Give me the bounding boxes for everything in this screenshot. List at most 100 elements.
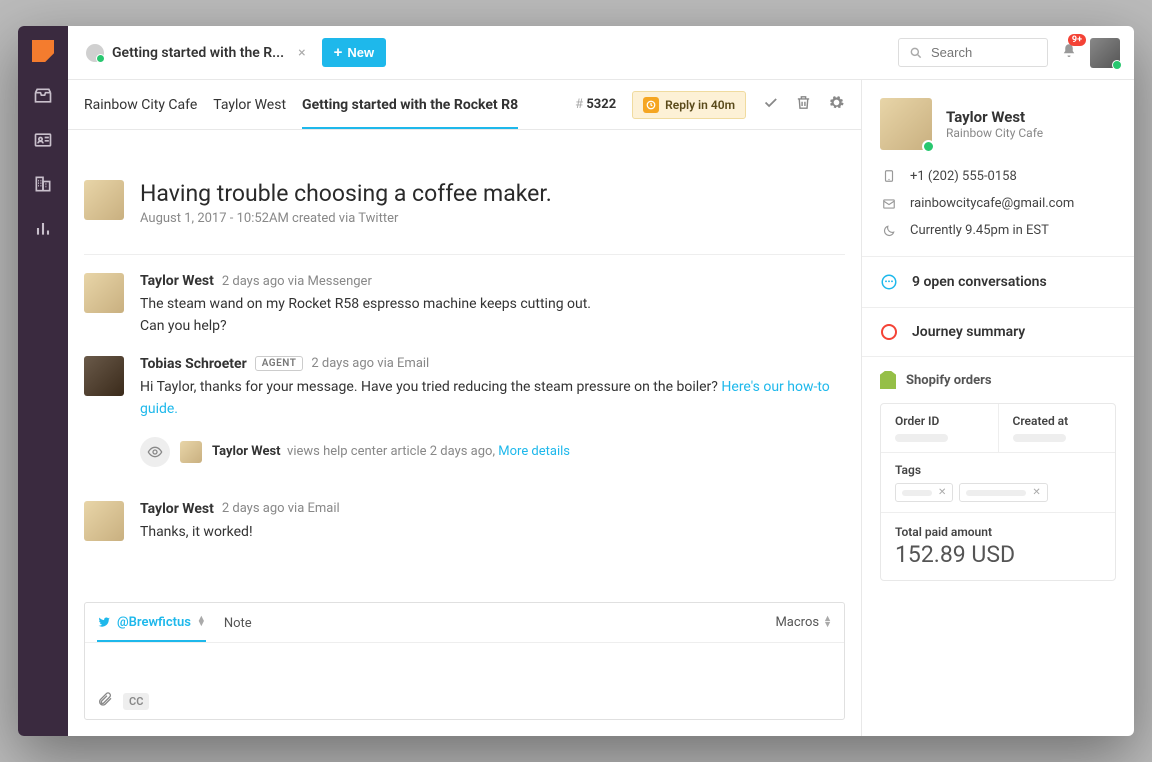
inbox-icon[interactable] <box>33 86 53 106</box>
nav-rail <box>18 26 68 736</box>
composer-tab-note[interactable]: Note <box>224 616 252 641</box>
message-author: Taylor West <box>140 273 214 289</box>
ticket-hero: Having trouble choosing a coffee maker. … <box>68 130 861 254</box>
message-avatar <box>84 356 124 396</box>
contacts-icon[interactable] <box>33 130 53 150</box>
search-field[interactable] <box>931 45 1037 60</box>
clock-icon <box>643 97 659 113</box>
tags-cell: Tags ✕ ✕ <box>881 453 1115 513</box>
message: Taylor West 2 days ago via Email Thanks,… <box>68 483 861 543</box>
conversation-panel: Rainbow City Cafe Taylor West Getting st… <box>68 80 862 736</box>
chevron-updown-icon: ▲▼ <box>823 617 832 628</box>
tab-avatar <box>86 44 104 62</box>
skeleton <box>1013 434 1066 442</box>
close-icon[interactable]: × <box>298 45 305 61</box>
message-author: Taylor West <box>140 501 214 517</box>
attachment-icon[interactable] <box>97 691 113 711</box>
message-author: Tobias Schroeter <box>140 356 247 372</box>
shopify-order-card: Order ID Created at Tags ✕ ✕ <box>880 403 1116 581</box>
composer-textarea[interactable] <box>85 643 844 683</box>
ticket-title: Having trouble choosing a coffee maker. <box>140 180 552 207</box>
event-text: views help center article 2 days ago, <box>287 444 495 459</box>
breadcrumb-ticket[interactable]: Getting started with the Rocket R8 <box>302 97 518 129</box>
active-tab[interactable]: Getting started with the R... × <box>82 38 310 68</box>
org-icon[interactable] <box>33 174 53 194</box>
activity-event: Taylor West views help center article 2 … <box>68 421 861 483</box>
breadcrumb-user[interactable]: Taylor West <box>213 97 286 113</box>
close-icon[interactable]: ✕ <box>938 487 946 498</box>
message-text: The steam wand on my Rocket R58 espresso… <box>140 293 845 338</box>
journey-summary-link[interactable]: Journey summary <box>862 308 1134 357</box>
hero-avatar <box>84 180 124 220</box>
macros-dropdown[interactable]: Macros ▲▼ <box>775 615 832 630</box>
reply-composer: @Brewfictus ▲▼ Note Macros ▲▼ <box>84 602 845 720</box>
moon-icon <box>880 224 898 238</box>
eye-icon <box>140 437 170 467</box>
customer-time-row: Currently 9.45pm in EST <box>880 223 1116 238</box>
message: Tobias Schroeter AGENT 2 days ago via Em… <box>68 338 861 421</box>
check-icon[interactable] <box>762 94 779 115</box>
created-at-cell: Created at <box>999 404 1116 452</box>
event-author: Taylor West <box>212 444 281 459</box>
ticket-id: # 5322 <box>575 97 616 112</box>
message-meta: 2 days ago via Email <box>311 356 429 371</box>
composer-tab-twitter[interactable]: @Brewfictus ▲▼ <box>97 615 206 642</box>
customer-name: Taylor West <box>946 108 1043 126</box>
message-text: Hi Taylor, thanks for your message. Have… <box>140 376 845 421</box>
event-avatar <box>180 441 202 463</box>
composer-tabs: @Brewfictus ▲▼ Note Macros ▲▼ <box>85 603 844 643</box>
message-thread: Having trouble choosing a coffee maker. … <box>68 130 861 586</box>
message-meta: 2 days ago via Messenger <box>222 274 372 289</box>
mail-icon <box>880 197 898 211</box>
message-avatar <box>84 501 124 541</box>
customer-org: Rainbow City Cafe <box>946 126 1043 140</box>
message-meta: 2 days ago via Email <box>222 501 340 516</box>
app-window: Getting started with the R... × New 9+ R… <box>18 26 1134 736</box>
ticket-meta: August 1, 2017 - 10:52AM created via Twi… <box>140 211 552 226</box>
new-button[interactable]: New <box>322 38 387 67</box>
notifications-button[interactable]: 9+ <box>1060 42 1078 64</box>
customer-sidebar: Taylor West Rainbow City Cafe +1 (202) 5… <box>862 80 1134 736</box>
customer-phone-row: +1 (202) 555-0158 <box>880 168 1116 184</box>
customer-avatar <box>880 98 932 150</box>
customer-header-section: Taylor West Rainbow City Cafe +1 (202) 5… <box>862 80 1134 257</box>
breadcrumb-bar: Rainbow City Cafe Taylor West Getting st… <box>68 80 861 130</box>
app-logo[interactable] <box>32 40 54 62</box>
main-column: Getting started with the R... × New 9+ R… <box>68 26 1134 736</box>
circle-icon <box>881 324 897 340</box>
cc-button[interactable]: CC <box>123 693 149 710</box>
trash-icon[interactable] <box>795 94 812 115</box>
more-details-link[interactable]: More details <box>498 444 570 459</box>
user-avatar[interactable] <box>1090 38 1120 68</box>
message-avatar <box>84 273 124 313</box>
order-id-cell: Order ID <box>881 404 999 452</box>
twitter-icon <box>97 615 111 629</box>
topbar: Getting started with the R... × New 9+ <box>68 26 1134 80</box>
phone-icon <box>880 168 898 184</box>
open-conversations-link[interactable]: 9 open conversations <box>862 257 1134 308</box>
tag-pill[interactable]: ✕ <box>959 483 1047 502</box>
reply-timer[interactable]: Reply in 40m <box>632 91 746 119</box>
total-paid-amount: 152.89 USD <box>895 541 1101 568</box>
composer-actions: CC <box>85 683 844 719</box>
gear-icon[interactable] <box>828 94 845 115</box>
message-text: Thanks, it worked! <box>140 521 845 543</box>
skeleton <box>895 434 948 442</box>
close-icon[interactable]: ✕ <box>1032 487 1040 498</box>
message: Taylor West 2 days ago via Messenger The… <box>68 255 861 338</box>
reports-icon[interactable] <box>33 218 53 238</box>
chevron-updown-icon: ▲▼ <box>197 617 206 628</box>
chat-icon <box>880 273 898 291</box>
tag-pill[interactable]: ✕ <box>895 483 953 502</box>
notification-badge: 9+ <box>1068 34 1086 46</box>
breadcrumb-org[interactable]: Rainbow City Cafe <box>84 97 197 113</box>
search-input[interactable] <box>898 38 1048 67</box>
content-row: Rainbow City Cafe Taylor West Getting st… <box>68 80 1134 736</box>
shopify-section-header: Shopify orders <box>862 357 1134 403</box>
agent-badge: AGENT <box>255 356 304 371</box>
shopify-icon <box>880 371 896 389</box>
customer-email-row: rainbowcitycafe@gmail.com <box>880 196 1116 211</box>
tab-title: Getting started with the R... <box>112 45 284 61</box>
total-paid-cell: Total paid amount 152.89 USD <box>881 513 1115 580</box>
search-icon <box>909 46 923 60</box>
